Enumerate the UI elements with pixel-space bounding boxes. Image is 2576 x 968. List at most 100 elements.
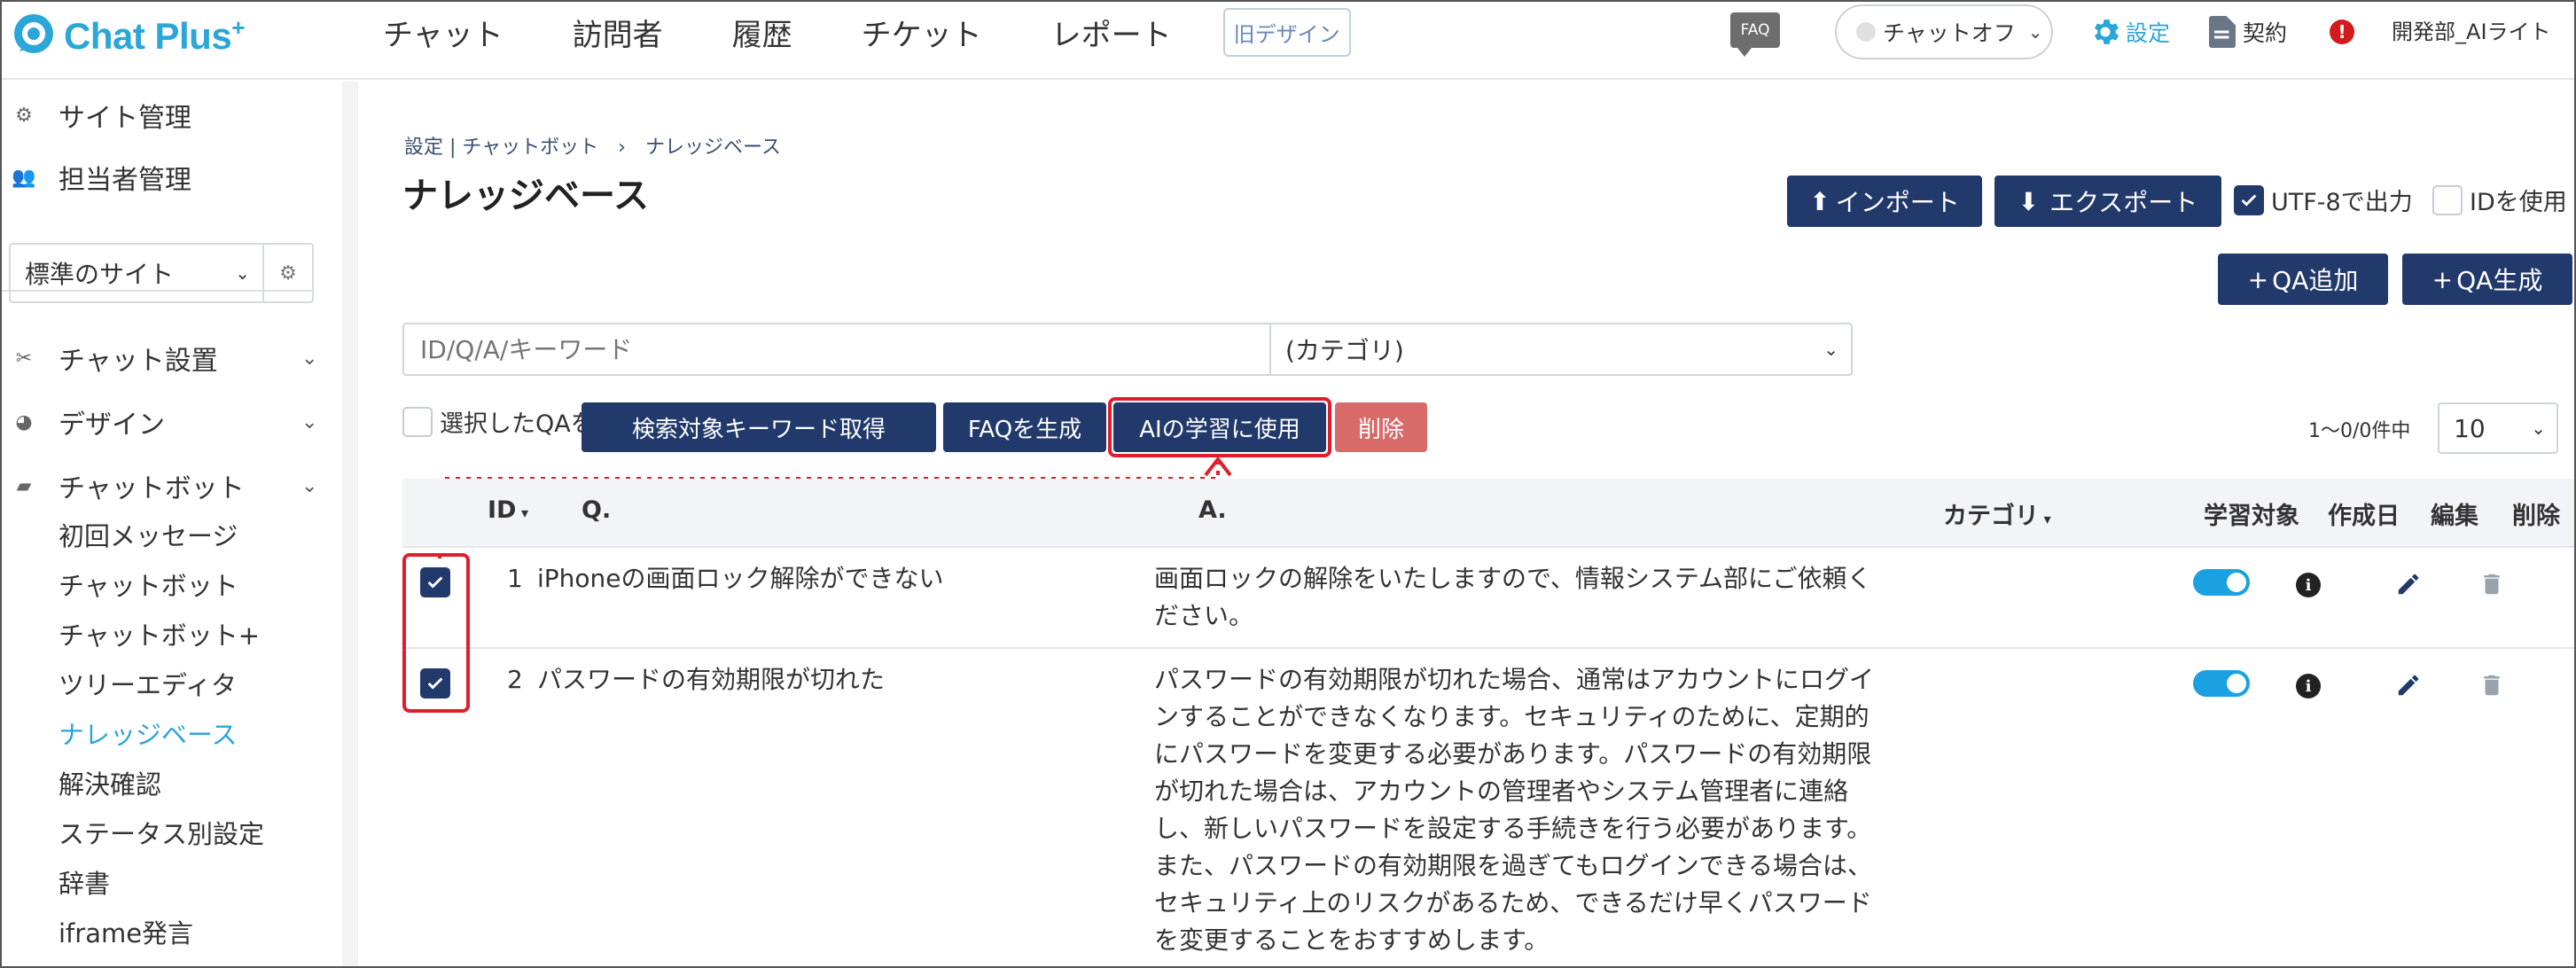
- sidebar-item-status-settings[interactable]: ステータス別設定: [59, 814, 264, 851]
- download-icon: ⬇: [2018, 186, 2040, 216]
- column-id[interactable]: ID ▾: [488, 496, 528, 524]
- column-q: Q.: [582, 496, 612, 524]
- faq-icon[interactable]: FAQ: [1730, 12, 1780, 57]
- chevron-down-icon: ⌄: [301, 347, 318, 370]
- sidebar: ⚙ サイト管理 👥 担当者管理 標準のサイト ⌄ ⚙ ✂ チャット設置 ⌄ ◕ …: [2, 82, 340, 966]
- nav-reports[interactable]: レポート: [1051, 11, 1172, 54]
- app-window: Chat Plus+ チャット 訪問者 履歴 チケット レポート 旧デザイン F…: [0, 0, 2576, 968]
- column-category[interactable]: カテゴリ ▾: [1943, 496, 2051, 531]
- sidebar-item-first-message[interactable]: 初回メッセージ: [59, 516, 238, 553]
- import-button[interactable]: ⬆ インポート: [1787, 176, 1982, 227]
- learning-toggle[interactable]: [2193, 569, 2250, 596]
- table-header: ID ▾ Q. A. カテゴリ ▾ 学習対象 作成日 編集 削除: [402, 479, 2574, 548]
- trash-icon[interactable]: [2478, 571, 2505, 597]
- info-icon[interactable]: i: [2296, 573, 2321, 597]
- settings-label: 設定: [2126, 20, 2171, 46]
- add-qa-button[interactable]: + QA追加: [2218, 254, 2388, 305]
- select-all-checkbox[interactable]: 選択したQAを:: [402, 404, 603, 439]
- row-id: 2: [507, 665, 523, 694]
- sidebar-item-dictionary[interactable]: 辞書: [59, 863, 110, 901]
- nav-tickets[interactable]: チケット: [862, 11, 982, 54]
- status-dot-icon: [1856, 22, 1876, 42]
- highlight-row-checkboxes: [402, 553, 470, 713]
- alert-icon[interactable]: !: [2330, 20, 2355, 44]
- column-a: A.: [1198, 496, 1227, 524]
- brand-name: Chat Plus+: [64, 13, 245, 57]
- table-row-divider: [402, 546, 2574, 548]
- generate-faq-button[interactable]: FAQを生成: [943, 402, 1106, 452]
- nav-chat[interactable]: チャット: [383, 11, 503, 54]
- export-button[interactable]: ⬇ エクスポート: [1994, 176, 2221, 227]
- highlight-ai-button: [1108, 397, 1331, 457]
- main-content: 設定 | チャットボット › ナレッジベース ナレッジベース ⬆ インポート ⬇…: [358, 82, 2574, 966]
- checkbox-empty-icon: [402, 406, 433, 437]
- upload-icon: ⬆: [1809, 186, 1831, 216]
- sidebar-item-chatbot[interactable]: ▰ チャットボット ⌄: [2, 466, 318, 505]
- sidebar-item-resolution-check[interactable]: 解決確認: [59, 764, 161, 801]
- gear-icon: ⚙: [15, 104, 33, 127]
- chevron-down-icon: ⌄: [1823, 339, 1838, 360]
- utf8-checkbox[interactable]: UTF-8で出力: [2234, 183, 2413, 217]
- sidebar-item-knowledge-base[interactable]: ナレッジベース: [59, 714, 238, 752]
- breadcrumb[interactable]: 設定 | チャットボット › ナレッジベース: [404, 131, 781, 160]
- info-icon[interactable]: i: [2296, 674, 2321, 699]
- chat-status-label: チャットオフ: [1883, 20, 2016, 46]
- users-icon: 👥: [12, 166, 36, 189]
- column-learn: 学習対象: [2204, 503, 2299, 530]
- chat-status-toggle[interactable]: チャットオフ ⌄: [1835, 4, 2053, 59]
- row-id: 1: [507, 564, 523, 593]
- sidebar-item-design[interactable]: ◕ デザイン ⌄: [2, 402, 317, 441]
- sidebar-item-chatbot-sub[interactable]: チャットボット: [59, 566, 238, 603]
- sidebar-item-iframe[interactable]: iframe発言: [59, 913, 193, 950]
- sort-icon: ▾: [516, 504, 529, 521]
- column-edit: 編集: [2431, 503, 2478, 530]
- document-icon: [2209, 16, 2236, 48]
- sidebar-item-staff-management[interactable]: 👥 担当者管理: [2, 158, 191, 197]
- sidebar-item-site-management[interactable]: ⚙ サイト管理: [2, 96, 191, 135]
- plus-icon: +: [2432, 264, 2454, 294]
- search-input[interactable]: [402, 323, 1271, 376]
- contract-link[interactable]: 契約: [2209, 16, 2287, 48]
- category-select[interactable]: (カテゴリ) ⌄: [1269, 323, 1853, 376]
- checkbox-empty-icon: [2432, 184, 2463, 215]
- brand-logo[interactable]: Chat Plus+: [11, 9, 245, 62]
- chevron-down-icon: ⌄: [301, 474, 318, 497]
- gear-icon: [2094, 20, 2119, 44]
- chevron-down-icon: ⌄: [2027, 21, 2043, 43]
- sidebar-item-chatbot-plus[interactable]: チャットボット+: [59, 615, 260, 652]
- learning-toggle[interactable]: [2193, 670, 2250, 697]
- row-question: パスワードの有効期限が切れた: [537, 665, 886, 694]
- chevron-down-icon: ⌄: [2531, 418, 2546, 439]
- chat-bubbles-icon: ▰: [16, 474, 32, 497]
- sidebar-scrollbar[interactable]: [342, 82, 358, 966]
- per-page-select[interactable]: 10 ⌄: [2438, 402, 2558, 454]
- user-menu[interactable]: 開発部_AIライト: [2392, 17, 2551, 47]
- settings-link[interactable]: 設定: [2088, 15, 2170, 49]
- sidebar-item-tree-editor[interactable]: ツリーエディタ: [59, 665, 237, 702]
- sidebar-item-chat-settings[interactable]: ✂ チャット設置 ⌄: [2, 339, 318, 378]
- old-design-button[interactable]: 旧デザイン: [1222, 7, 1351, 57]
- generate-qa-button[interactable]: + QA生成: [2402, 254, 2572, 305]
- site-settings-gear-icon[interactable]: ⚙: [262, 243, 314, 303]
- get-keywords-button[interactable]: 検索対象キーワード取得: [582, 402, 936, 452]
- row-answer: 画面ロックの解除をいたしますので、情報システム部にご依頼く ださい。: [1154, 564, 1872, 630]
- top-header: Chat Plus+ チャット 訪問者 履歴 チケット レポート 旧デザイン F…: [2, 2, 2574, 80]
- pencil-icon[interactable]: [2395, 571, 2422, 597]
- trash-icon[interactable]: [2478, 672, 2505, 699]
- page-title: ナレッジベース: [402, 176, 649, 216]
- main-nav: チャット 訪問者 履歴 チケット レポート 旧デザイン: [383, 2, 1351, 62]
- bulk-delete-button[interactable]: 削除: [1335, 402, 1427, 452]
- use-id-checkbox[interactable]: IDを使用: [2432, 183, 2567, 217]
- column-delete: 削除: [2512, 503, 2560, 530]
- checkbox-checked-icon: [2234, 184, 2264, 215]
- row-question: iPhoneの画面ロック解除ができない: [537, 564, 944, 593]
- table-row-divider: [402, 647, 2574, 649]
- contract-label: 契約: [2243, 20, 2288, 46]
- nav-history[interactable]: 履歴: [732, 11, 792, 54]
- pencil-icon[interactable]: [2395, 672, 2422, 699]
- nav-visitors[interactable]: 訪問者: [573, 11, 663, 54]
- chatplus-logo-icon: [11, 12, 57, 59]
- tools-icon: ✂: [15, 347, 33, 370]
- site-select[interactable]: 標準のサイト ⌄: [9, 243, 262, 303]
- plus-icon: +: [2247, 264, 2269, 294]
